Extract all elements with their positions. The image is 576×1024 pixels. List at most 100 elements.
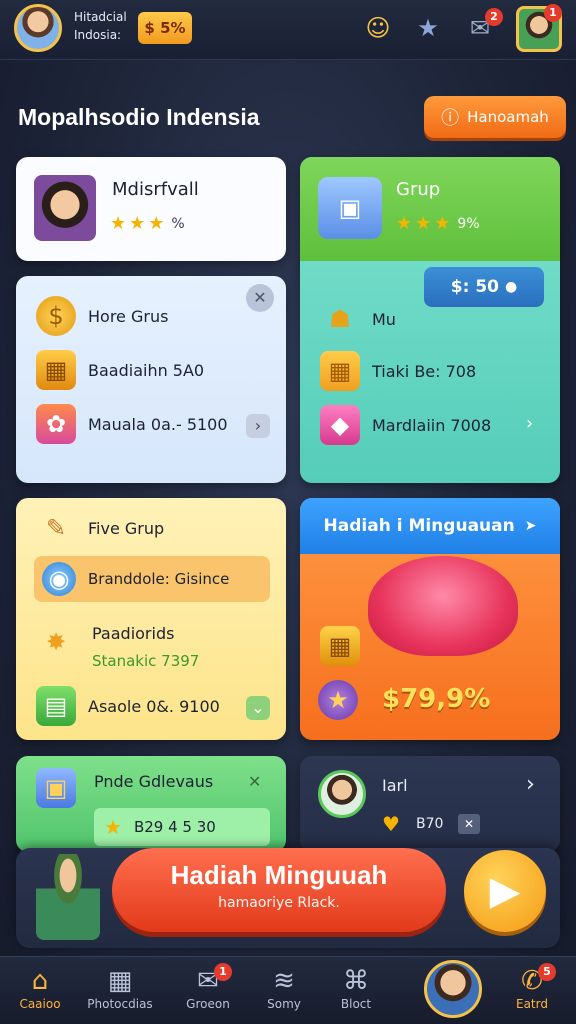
bonus-value-box: ★ B29 4 5 30 — [94, 808, 270, 846]
nav-item-layers-label: Somy — [267, 997, 301, 1011]
nav-item-photos-label: Photocdias — [87, 997, 153, 1011]
close-icon[interactable]: ✕ — [248, 772, 261, 791]
player-name-line2: Indosia: — [74, 28, 122, 42]
profile-photo — [34, 175, 96, 241]
list-left-row-1-label: Hore Grus — [88, 306, 169, 326]
five-grup-title: Five Grup — [88, 518, 165, 538]
chevron-right-icon[interactable]: › — [526, 772, 535, 797]
weekly-reward-button-subtitle: hamaoriye Rlack. — [218, 895, 340, 911]
info-icon: ⓘ — [441, 108, 460, 129]
friend-name: Iarl — [382, 776, 408, 795]
weekly-reward-button-title: Hadiah Minguuah — [170, 860, 388, 890]
chat-icon: ✆ — [521, 966, 543, 996]
weekly-reward-amount: $79,9% — [382, 684, 491, 714]
grup-row-1-label: Mu — [372, 309, 396, 329]
grup-title: Grup — [396, 179, 441, 200]
coin-balance[interactable]: $ 5% — [138, 12, 192, 44]
play-button[interactable]: ▶ — [464, 850, 546, 932]
home-icon: ⌂ — [31, 966, 49, 996]
nav-profile-avatar[interactable] — [424, 960, 482, 1018]
mail-badge: 2 — [485, 8, 503, 26]
close-icon[interactable]: ✕ — [246, 284, 274, 312]
weekly-banner: Hadiah Minguuah hamaoriye Rlack. ▶ — [16, 848, 560, 948]
cube-icon: ▣ — [318, 177, 382, 239]
grup-row-3[interactable]: ◆ Mardlaiin 7008 — [320, 405, 491, 445]
profile-badge: 1 — [544, 4, 562, 22]
nav-item-chat-label: Eatrd — [516, 997, 548, 1011]
five-grup-card: ✎ Five Grup ◉ Branddole: Gisince ✸ Paadi… — [16, 498, 286, 740]
grup-row-1[interactable]: ☗ Mu — [320, 299, 396, 339]
heart-icon: ♥ — [382, 812, 400, 836]
coin-icon: ● — [504, 279, 518, 295]
nav-item-mail-label: Groeon — [186, 997, 230, 1011]
five-grup-highlight[interactable]: ◉ Branddole: Gisince — [34, 556, 270, 602]
star-icon: ★ — [434, 213, 451, 234]
grup-price-tag[interactable]: $: 50 ● — [424, 267, 544, 307]
profile-rating-text: % — [171, 215, 185, 232]
weekly-reward-title: Hadiah i Minguauan — [323, 516, 515, 536]
hanoamah-button-label: Hanoamah — [467, 108, 549, 126]
close-icon[interactable]: ✕ — [458, 814, 480, 834]
five-grup-item1-sub: Stanakic 7397 — [92, 652, 200, 670]
layers-icon: ≋ — [273, 966, 295, 996]
friend-avatar — [318, 770, 366, 818]
balloon-heart-icon — [368, 556, 518, 656]
bonus-value: B29 4 5 30 — [133, 818, 216, 836]
nav-item-layers[interactable]: ≋ Somy — [248, 965, 320, 1021]
lock-cube-icon: ▣ — [36, 768, 76, 808]
arrow-icon: ➤ — [524, 518, 537, 534]
nav-item-mail[interactable]: ✉ Groeon — [172, 965, 244, 1021]
grup-row-3-label: Mardlaiin 7008 — [372, 415, 492, 435]
box-icon: ▦ — [320, 351, 360, 391]
smile-icon[interactable]: ☺ — [362, 12, 394, 44]
nav-item-chat[interactable]: ✆ Eatrd — [496, 965, 568, 1021]
star-icon: ★ — [104, 815, 122, 839]
profile-name: Mdisrfvall — [112, 179, 199, 200]
list-left-row-2-label: Baadiaihn 5A0 — [88, 360, 205, 380]
gift-icon: ◆ — [320, 405, 360, 445]
nav-chat-badge: 5 — [538, 963, 556, 981]
star-burst-icon: ✸ — [45, 628, 67, 656]
hanoamah-button[interactable]: ⓘ Hanoamah — [424, 96, 566, 138]
grup-price: $: 50 — [450, 277, 499, 297]
friend-card[interactable]: Iarl › ♥ B70 ✕ — [300, 756, 560, 852]
chevron-right-icon[interactable]: › — [246, 414, 270, 438]
grup-card[interactable]: ▣ Grup ★ ★ ★ 9% $: 50 ● ☗ Mu ▦ Tiaki Be:… — [300, 157, 560, 483]
coin-icon: $ — [36, 296, 76, 336]
player-avatar[interactable] — [14, 4, 62, 52]
star-icon: ★ — [110, 213, 127, 234]
star-icon: ★ — [148, 213, 165, 234]
character-icon — [36, 854, 100, 940]
gem-icon: ◉ — [42, 562, 76, 596]
ticket-icon: ✎ — [45, 514, 67, 542]
cash-icon: ▤ — [36, 686, 76, 726]
nav-item-home-label: Caaioo — [19, 997, 61, 1011]
weekly-reward-button[interactable]: Hadiah Minguuah hamaoriye Rlack. — [112, 848, 446, 932]
chevron-down-icon[interactable]: ⌄ — [246, 696, 270, 720]
five-grup-item1-title: Paadiorids — [92, 624, 175, 643]
five-grup-highlight-label: Branddole: Gisince — [88, 570, 230, 588]
bottom-nav: ⌂ Caaioo ▦ Photocdias ✉ Groeon 1 ≋ Somy … — [0, 956, 576, 1024]
nav-item-shop[interactable]: ⌘ Bloct — [320, 965, 392, 1021]
chest-icon: ▦ — [36, 350, 76, 390]
grup-rating: ★ ★ ★ 9% — [396, 213, 480, 234]
grup-rating-text: 9% — [457, 215, 480, 232]
chevron-right-icon[interactable]: › — [526, 413, 533, 434]
star-badge-icon[interactable]: ★ — [412, 12, 444, 44]
list-left-row-3-label: Mauala 0a.- 5100 — [88, 414, 228, 434]
bonus-card[interactable]: ▣ Pnde Gdlevaus ✕ ★ B29 4 5 30 — [16, 756, 286, 852]
ring-icon: ★ — [318, 680, 358, 720]
nav-mail-badge: 1 — [214, 963, 232, 981]
list-left-row-3[interactable]: ✿ Mauala 0a.- 5100 — [36, 404, 228, 444]
list-left-row-1[interactable]: $ Hore Grus — [36, 296, 168, 336]
trophy-icon: ☗ — [329, 305, 351, 333]
nav-item-photos[interactable]: ▦ Photocdias — [84, 965, 156, 1021]
five-grup-row-2[interactable]: ▤ Asaole 0&. 9100 — [36, 686, 220, 726]
grup-row-2[interactable]: ▦ Tiaki Be: 708 — [320, 351, 476, 391]
profile-card[interactable]: Mdisrfvall ★ ★ ★ % — [16, 157, 286, 261]
star-icon: ★ — [415, 213, 432, 234]
list-left-row-2[interactable]: ▦ Baadiaihn 5A0 — [36, 350, 204, 390]
nav-item-shop-label: Bloct — [340, 997, 372, 1011]
friend-value: B70 — [416, 816, 444, 832]
nav-item-home[interactable]: ⌂ Caaioo — [4, 965, 76, 1021]
